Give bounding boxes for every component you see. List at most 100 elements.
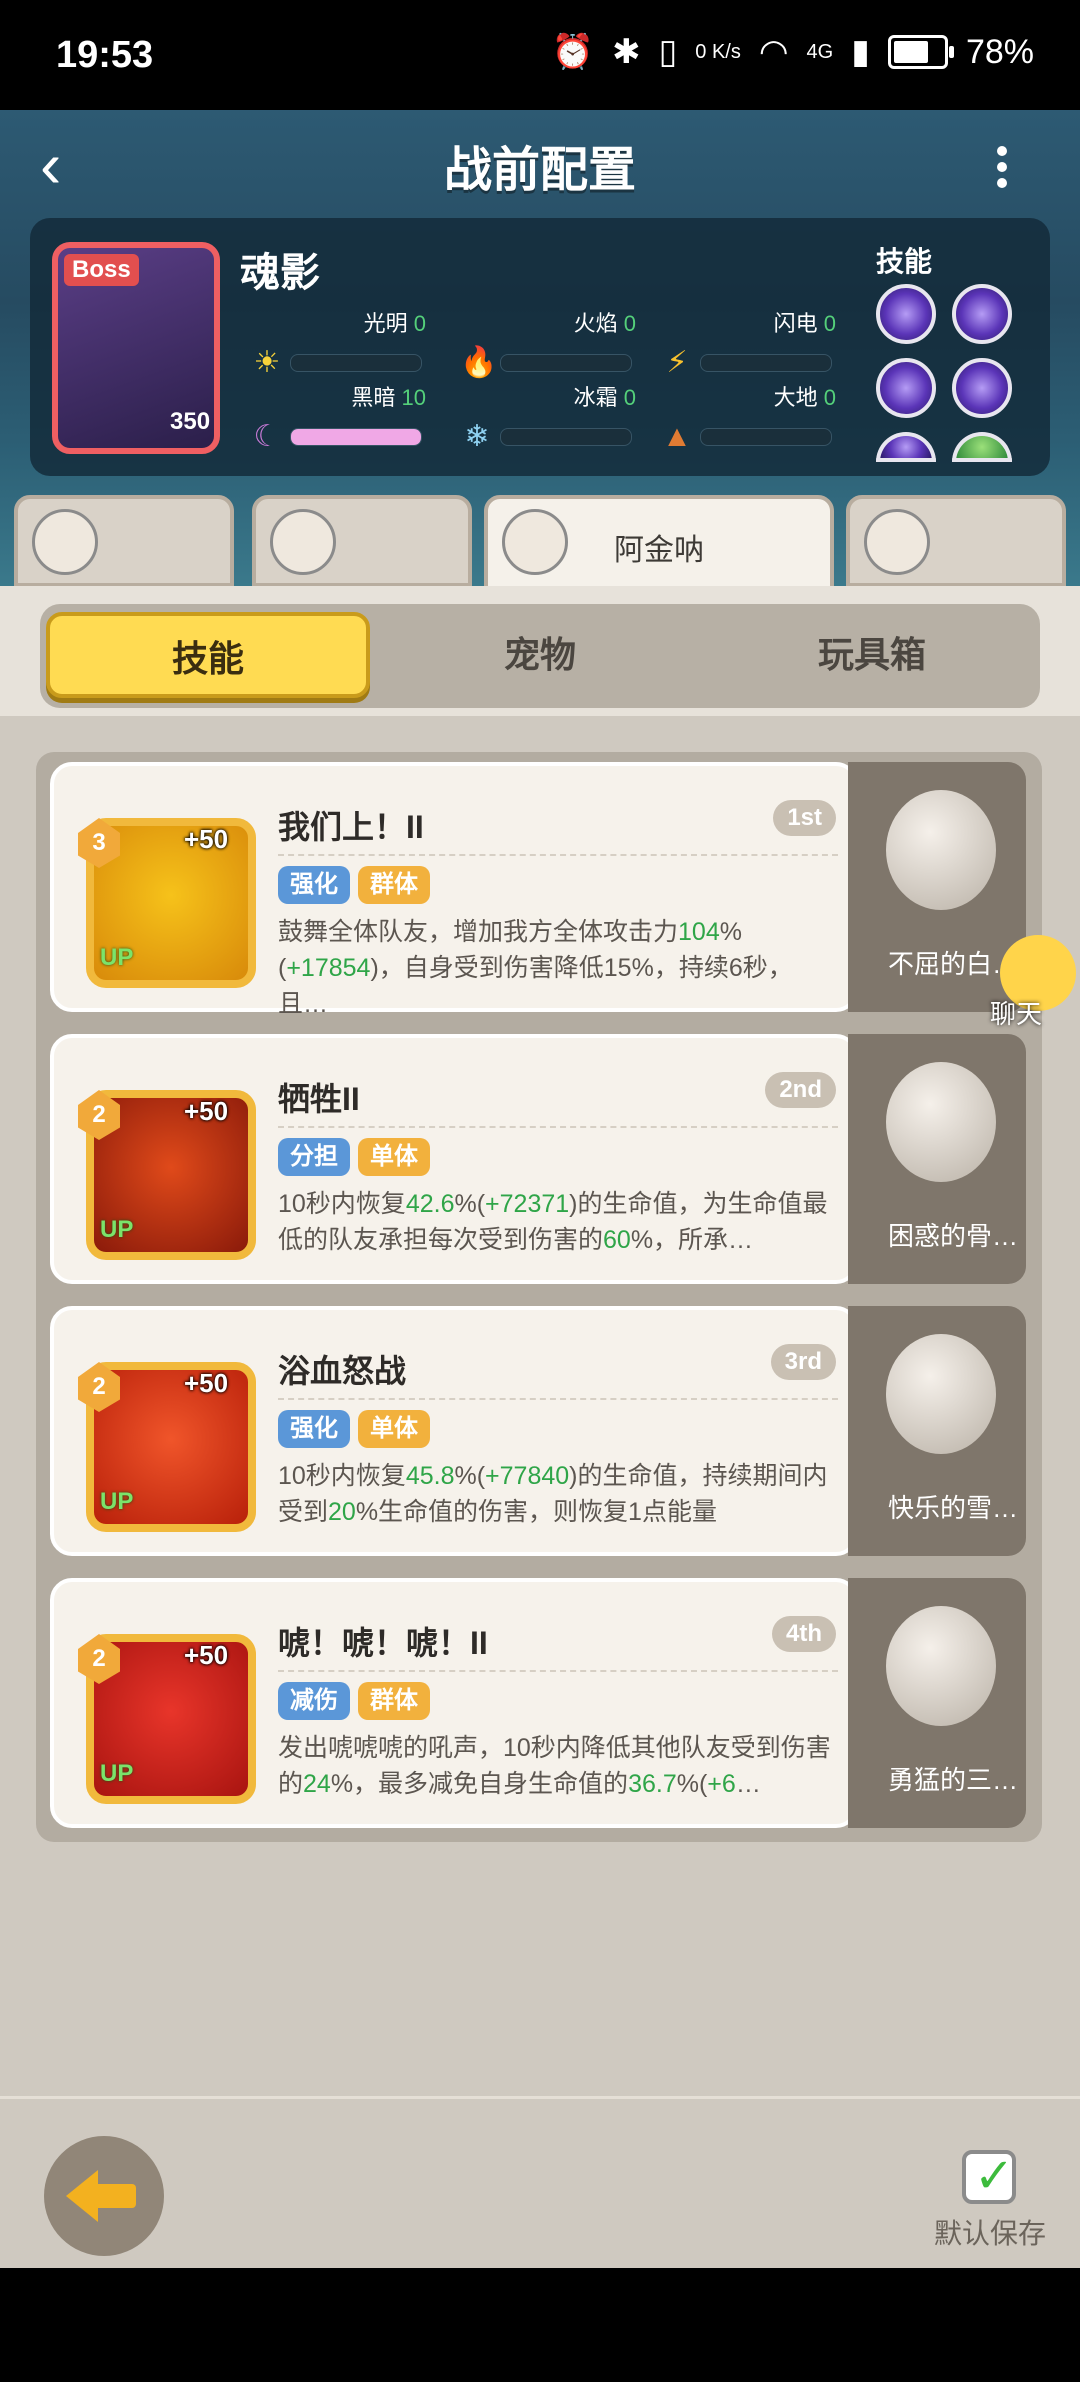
attribute-label: 闪电 0 [773, 311, 836, 336]
attribute-bar [700, 428, 832, 446]
return-button[interactable] [44, 2136, 164, 2256]
back-button[interactable]: ‹ [40, 133, 100, 197]
skill-name: 我们上！II [278, 809, 424, 845]
skill-bonus: +50 [184, 1368, 229, 1398]
lightning-icon: ⚡ [666, 346, 688, 379]
skill-up-label: UP [100, 944, 134, 971]
boss-skill-orb[interactable] [876, 358, 936, 418]
system-nav-area [0, 2268, 1080, 2382]
boss-badge: Boss [64, 254, 139, 286]
skill-description: 鼓舞全体队友，增加我方全体攻击力104%(+17854)，自身受到伤害降低15%… [278, 918, 793, 1018]
snowflake-icon: ❄ [464, 420, 490, 453]
pet-slot[interactable]: 困惑的骨… [848, 1034, 1026, 1284]
attribute-label: 火焰 0 [573, 311, 636, 336]
wifi-icon: ◠ [758, 33, 789, 71]
hero-portrait [864, 509, 930, 575]
skill-card[interactable]: 3 +50 UP 我们上！II 1st 强化 群体 鼓舞全体队友，增加我方全体攻击力104%(… [50, 762, 858, 1018]
attribute-3: ☾ 黑暗 10 [250, 385, 426, 460]
skill-bonus: +50 [184, 824, 229, 854]
battery-icon [887, 35, 954, 69]
skill-rank: 4th [772, 1616, 836, 1652]
attribute-label: 冰霜 0 [573, 385, 636, 410]
pet-figure [886, 1606, 996, 1726]
skill-tag: 单体 [358, 1138, 430, 1176]
skill-name: 唬！唬！唬！II [278, 1625, 488, 1661]
attribute-4: ❄ 冰霜 0 [460, 385, 636, 460]
skill-up-label: UP [100, 1216, 134, 1243]
skill-bonus: +50 [184, 1640, 229, 1670]
pet-figure [886, 1062, 996, 1182]
hero-tab[interactable] [14, 495, 234, 587]
moon-icon: ☾ [253, 420, 281, 453]
tab-skills[interactable]: 技能 [46, 612, 370, 698]
bluetooth-icon: ✱ [612, 33, 641, 71]
attribute-label: 大地 0 [773, 385, 836, 410]
page-title: 战前配置 [443, 144, 636, 197]
boss-skill-orb[interactable] [952, 284, 1012, 344]
skill-rank: 3rd [770, 1344, 836, 1380]
skill-tag: 减伤 [278, 1682, 350, 1720]
tab-pets[interactable]: 宠物 [378, 612, 702, 698]
skill-tag: 强化 [278, 1410, 350, 1448]
attribute-bar [500, 428, 632, 446]
tab-toybox[interactable]: 玩具箱 [710, 612, 1034, 698]
sun-icon: ☀ [253, 346, 281, 379]
boss-name: 魂影 [240, 251, 320, 295]
skill-tag: 群体 [358, 866, 430, 904]
hero-portrait [32, 509, 98, 575]
skill-card[interactable]: 2 +50 UP 牺牲II 2nd 分担 单体 10秒内恢复42.6%(+72371)的生命值… [50, 1034, 858, 1284]
skill-card[interactable]: 2 +50 UP 唬！唬！唬！II 4th 减伤 群体 发出唬唬唬的吼声，10秒内降低其他队友… [50, 1578, 858, 1828]
signal-label: 4G [806, 40, 834, 63]
pet-figure [886, 790, 996, 910]
skill-tag: 群体 [358, 1682, 430, 1720]
fire-icon: 🔥 [460, 346, 498, 379]
hero-name: 阿金呐 [614, 534, 704, 567]
skill-tag: 单体 [358, 1410, 430, 1448]
skill-name: 浴血怒战 [278, 1353, 407, 1389]
skill-card[interactable]: 2 +50 UP 浴血怒战 3rd 强化 单体 10秒内恢复45.8%(+77840)的生命值… [50, 1306, 858, 1556]
attribute-label: 黑暗 10 [351, 385, 426, 410]
default-save-label: 默认保存 [934, 2218, 1047, 2249]
skill-description: 发出唬唬唬的吼声，10秒内降低其他队友受到伤害的24%，最多减免自身生命值的36… [278, 1734, 831, 1798]
earth-icon: ▲ [662, 420, 692, 453]
boss-skill-orb[interactable] [876, 284, 936, 344]
hero-tab-active[interactable]: 阿金呐 [484, 495, 834, 595]
signal-icon: ▮ [851, 33, 870, 71]
default-save-checkbox[interactable]: ✓ [962, 2150, 1016, 2204]
hero-portrait [270, 509, 336, 575]
hero-tab[interactable] [846, 495, 1066, 587]
pet-slot[interactable]: 勇猛的三… [848, 1578, 1026, 1828]
attribute-bar [290, 354, 422, 372]
hero-tab[interactable] [252, 495, 472, 587]
attribute-bar [700, 354, 832, 372]
skill-name: 牺牲II [278, 1081, 360, 1117]
more-menu-button[interactable] [990, 140, 1014, 200]
boss-level: 350 [170, 408, 211, 435]
check-icon: ✓ [974, 2150, 1015, 2203]
skill-rank: 1st [773, 800, 836, 836]
skill-description: 10秒内恢复42.6%(+72371)的生命值，为生命值最低的队友承担每次受到伤… [278, 1190, 828, 1254]
skill-tag: 分担 [278, 1138, 350, 1176]
pet-figure [886, 1334, 996, 1454]
attribute-5: ▲ 大地 0 [660, 385, 836, 460]
boss-skills-label: 技能 [876, 246, 933, 277]
boss-skill-orb[interactable] [952, 358, 1012, 418]
skill-up-label: UP [100, 1760, 134, 1787]
clock: 19:53 [56, 34, 154, 76]
net-speed: 0 K/s [695, 40, 741, 63]
chevron-left-icon: ‹ [40, 129, 62, 201]
alarm-icon: ⏰ [551, 33, 595, 71]
skill-tag: 强化 [278, 866, 350, 904]
pet-name: 困惑的骨… [888, 1221, 1019, 1251]
attribute-bar [290, 428, 422, 446]
chat-label: 聊天 [990, 999, 1043, 1029]
pet-name: 勇猛的三… [888, 1765, 1019, 1795]
vibrate-icon: ▯ [658, 33, 678, 71]
pet-slot[interactable]: 快乐的雪… [848, 1306, 1026, 1556]
skill-description: 10秒内恢复45.8%(+77840)的生命值，持续期间内受到20%生命值的伤害… [278, 1462, 828, 1526]
battery-percent: 78% [965, 32, 1034, 71]
pet-name: 快乐的雪… [888, 1493, 1019, 1523]
skill-up-label: UP [100, 1488, 134, 1515]
skill-bonus: +50 [184, 1096, 229, 1126]
status-bar: 19:53 ⏰ ✱ ▯ 0 K/s ◠ 4G ▮ 78% [0, 0, 1080, 110]
